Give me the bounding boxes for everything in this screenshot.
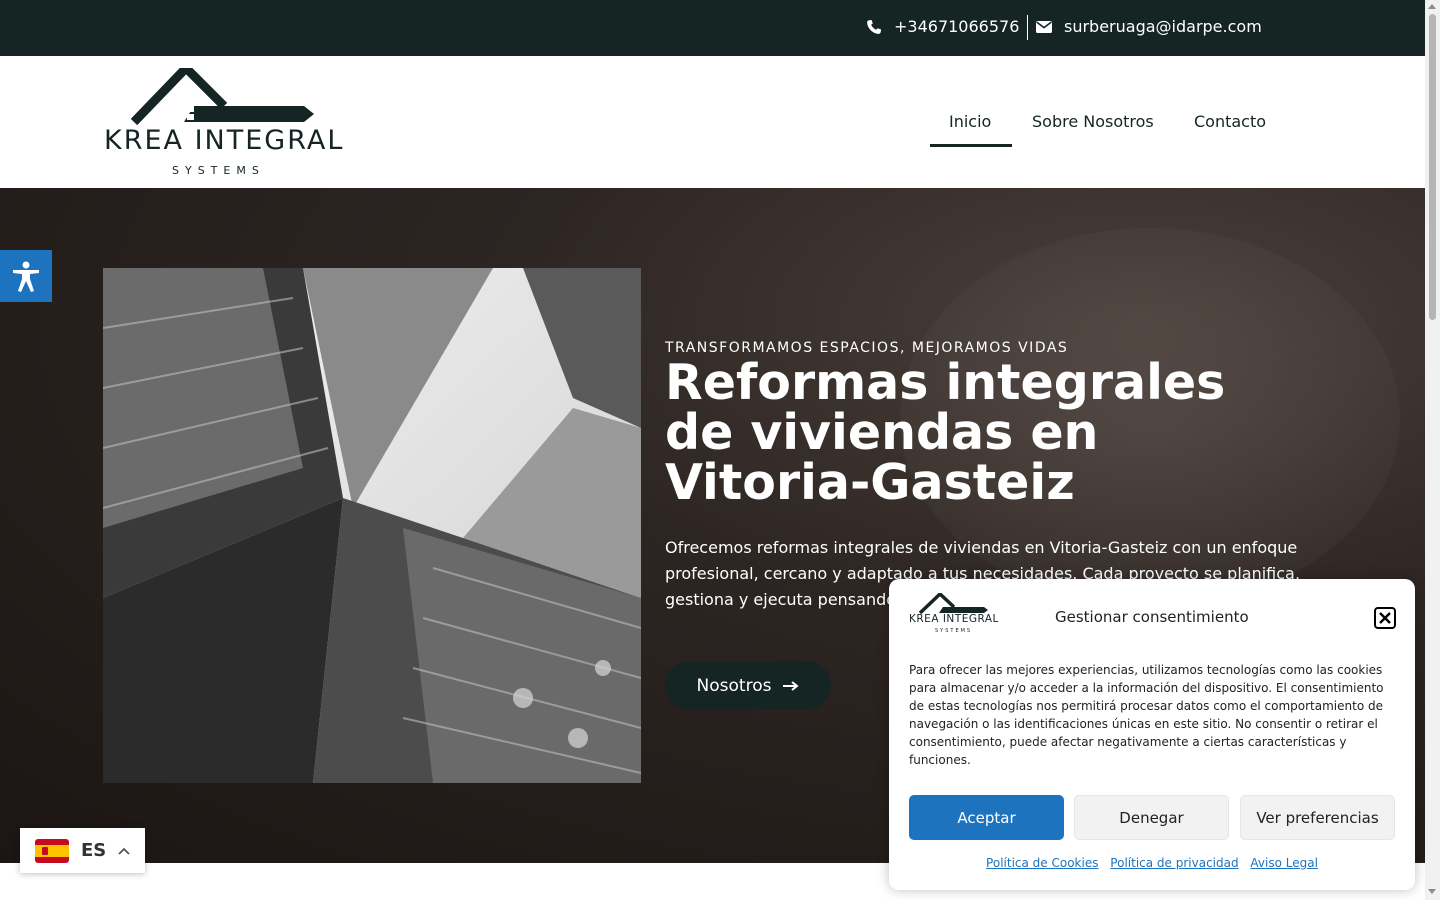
consent-description: Para ofrecer las mejores experiencias, u…	[909, 663, 1384, 767]
consent-close-button[interactable]	[1374, 607, 1396, 629]
page-scrollbar[interactable]	[1425, 0, 1440, 900]
site-header: KREA INTEGRAL SYSTEMS Inicio Sobre Nosot…	[0, 56, 1425, 188]
nosotros-button-label: Nosotros	[696, 675, 772, 696]
nav-item-sobre-nosotros[interactable]: Sobre Nosotros	[1032, 112, 1154, 131]
accessibility-button[interactable]	[0, 250, 52, 302]
scrollbar-thumb[interactable]	[1429, 14, 1436, 320]
consent-title: Gestionar consentimiento	[1055, 608, 1249, 626]
consent-logo: KREA INTEGRAL SYSTEMS	[909, 593, 1001, 637]
close-icon	[1379, 612, 1391, 624]
spain-flag-icon	[35, 838, 69, 863]
logo-subtitle: SYSTEMS	[172, 164, 265, 177]
language-code: ES	[81, 840, 107, 861]
legal-notice-link[interactable]: Aviso Legal	[1250, 856, 1318, 870]
cookie-consent-dialog: KREA INTEGRAL SYSTEMS Gestionar consenti…	[889, 579, 1415, 890]
consent-links: Política de Cookies Política de privacid…	[889, 856, 1415, 870]
scroll-down-arrow-icon[interactable]	[1428, 889, 1436, 894]
phone-number: +34671066576	[894, 17, 1020, 36]
nav-active-indicator	[930, 144, 1012, 147]
accessibility-icon	[13, 261, 39, 292]
envelope-icon	[1036, 20, 1052, 33]
consent-logo-brand: KREA INTEGRAL	[909, 613, 999, 625]
cookie-policy-link[interactable]: Política de Cookies	[986, 856, 1098, 870]
hero-title: Reformas integrales de viviendas en Vito…	[665, 354, 1226, 511]
scroll-up-arrow-icon[interactable]	[1428, 4, 1436, 9]
phone-icon	[867, 19, 881, 34]
deny-button[interactable]: Denegar	[1074, 795, 1229, 840]
preferences-button[interactable]: Ver preferencias	[1240, 795, 1395, 840]
site-logo[interactable]: KREA INTEGRAL SYSTEMS	[104, 68, 349, 180]
accept-button[interactable]: Aceptar	[909, 795, 1064, 840]
language-switcher[interactable]: ES	[20, 828, 145, 873]
logo-brand: KREA INTEGRAL	[104, 125, 345, 156]
contact-divider	[1027, 15, 1028, 40]
nosotros-button[interactable]: Nosotros	[665, 661, 831, 710]
house-key-logo-icon	[918, 593, 988, 615]
consent-logo-subtitle: SYSTEMS	[935, 628, 973, 634]
nav-item-inicio[interactable]: Inicio	[949, 112, 991, 131]
arrow-right-icon	[783, 680, 800, 691]
nav-item-contacto[interactable]: Contacto	[1194, 112, 1266, 131]
email-address: surberuaga@idarpe.com	[1064, 17, 1262, 36]
email-link[interactable]: surberuaga@idarpe.com	[1036, 17, 1262, 36]
chevron-up-icon	[118, 847, 130, 855]
phone-link[interactable]: +34671066576	[866, 17, 1019, 36]
house-key-logo-icon	[130, 68, 314, 126]
top-bar: +34671066576 surberuaga@idarpe.com	[0, 0, 1425, 56]
privacy-policy-link[interactable]: Política de privacidad	[1110, 856, 1238, 870]
hero-skyscrapers-image	[103, 268, 641, 783]
